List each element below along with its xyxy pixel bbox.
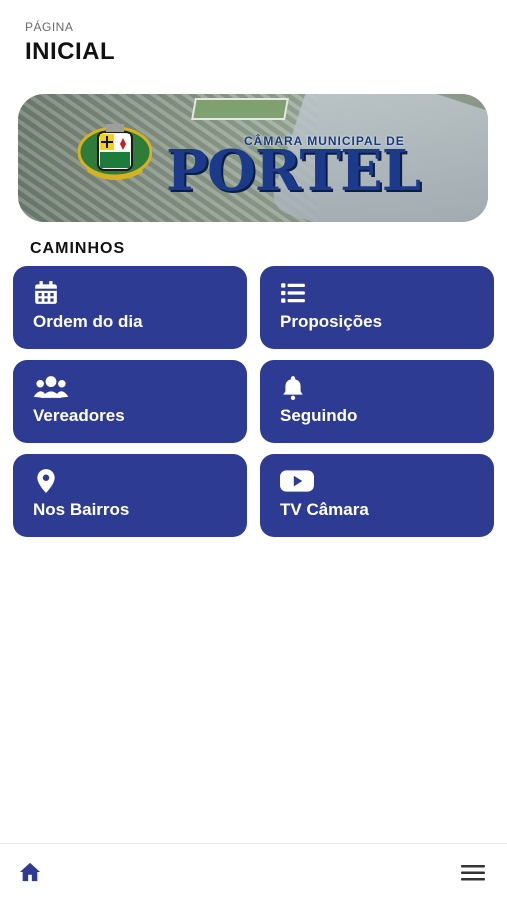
card-label: Nos Bairros	[33, 500, 130, 519]
page-subtitle: PÁGINA	[25, 20, 74, 34]
users-icon	[33, 376, 69, 398]
hamburger-menu-icon[interactable]	[461, 864, 485, 882]
card-label: TV Câmara	[280, 500, 369, 519]
card-label: Proposições	[280, 312, 383, 331]
card-vereadores[interactable]: Vereadores	[13, 360, 247, 443]
card-seguindo[interactable]: Seguindo	[260, 360, 494, 443]
card-label: Ordem do dia	[33, 312, 143, 331]
card-tv-camara[interactable]: TV Câmara	[260, 454, 494, 537]
city-banner: CÂMARA MUNICIPAL DE PORTEL	[18, 94, 488, 222]
bell-icon	[283, 376, 303, 400]
chamber-logo: CÂMARA MUNICIPAL DE PORTEL	[166, 122, 456, 212]
home-icon[interactable]	[19, 861, 41, 883]
card-label: Seguindo	[280, 406, 358, 425]
logo-line2: PORTEL	[166, 138, 421, 204]
page-header: PÁGINA INICIAL	[25, 20, 115, 66]
card-ordem-do-dia[interactable]: Ordem do dia	[13, 266, 247, 349]
page-title: INICIAL	[25, 38, 116, 65]
soccer-field	[191, 98, 289, 120]
coat-of-arms-icon	[78, 124, 152, 180]
location-pin-icon	[37, 469, 55, 493]
list-icon	[281, 283, 305, 303]
card-label: Vereadores	[33, 406, 125, 425]
bottom-nav	[0, 843, 507, 901]
card-proposicoes[interactable]: Proposições	[260, 266, 494, 349]
card-nos-bairros[interactable]: Nos Bairros	[13, 454, 247, 537]
video-play-icon	[280, 470, 314, 492]
calendar-icon	[35, 281, 57, 304]
section-title: CAMINHOS	[30, 240, 126, 257]
